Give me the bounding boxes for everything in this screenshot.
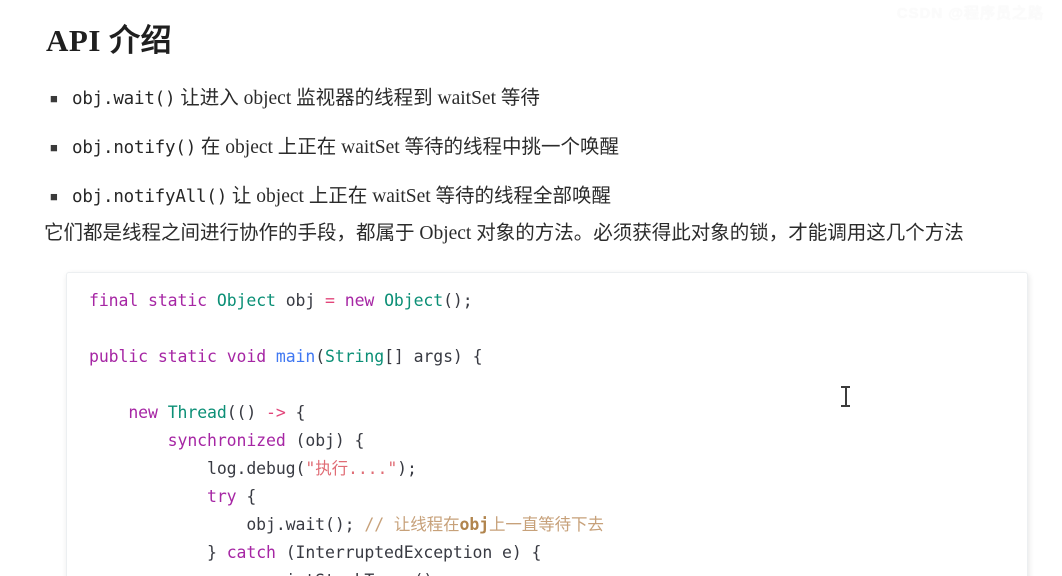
code-token: void [226,347,276,366]
bullet-marker-icon: ■ [50,140,58,155]
body-paragraph: 它们都是线程之间进行协作的手段，都属于 Object 对象的方法。必须获得此对象… [44,223,964,244]
code-line: } catch (InterruptedException e) { [89,539,1027,567]
watermark-text: CSDN @程序员之路 [896,5,1044,22]
code-line: public static void main(String[] args) { [89,343,1027,371]
code-line: try { [89,483,1027,511]
list-item-code: obj.notifyAll() [72,187,228,207]
code-token: = [325,291,335,310]
code-line: e.printStackTrace(); [89,567,1027,576]
code-token: "执行...." [305,459,398,478]
code-content[interactable]: final static Object obj = new Object(); … [67,273,1027,576]
code-token: catch [226,543,276,562]
code-token: log.debug( [207,459,306,478]
code-token: Thread [167,403,227,422]
page-title: API 介绍 [46,23,173,58]
code-token: Object [384,291,444,310]
code-token: obj [459,515,489,534]
list-item: ■ obj.notifyAll() 让 object 上正在 waitSet 等待… [46,182,1036,212]
page-root: CSDN @程序员之路 API 介绍 ■ obj.wait() 让进入 objec… [0,0,1062,576]
code-line: new Thread(() -> { [89,399,1027,427]
code-line: final static Object obj = new Object(); [89,287,1027,315]
code-token: (() [226,403,267,422]
code-token: static [157,347,227,366]
code-line: obj.wait(); // 让线程在obj上一直等待下去 [89,511,1027,539]
code-token: obj [275,291,326,310]
code-token: (obj) { [285,431,365,450]
code-token: final [89,291,149,310]
code-token: 让线程在 [393,515,460,534]
code-token: public [89,347,158,366]
code-token: new [128,403,168,422]
code-block[interactable]: final static Object obj = new Object(); … [66,272,1028,576]
list-item-code: obj.notify() [72,138,197,158]
code-line: synchronized (obj) { [89,427,1027,455]
code-token: (); [443,291,473,310]
code-token: ); [397,459,417,478]
list-item-code: obj.wait() [72,89,176,109]
code-token: try [207,487,237,506]
code-token: 上一直等待下去 [489,515,604,534]
list-item-label: 让 object 上正在 waitSet 等待的线程全部唤醒 [227,186,612,207]
code-token: new [344,291,385,310]
code-token: ( [315,347,326,366]
code-token: } [207,543,227,562]
code-token: Object [216,291,276,310]
code-token: -> [266,403,286,422]
code-token: (InterruptedException e) { [275,543,542,562]
code-line: log.debug("执行...."); [89,455,1027,483]
code-token: { [285,403,306,422]
code-token: main [275,347,316,366]
code-token: obj.wait(); [246,515,365,534]
code-token: { [236,487,257,506]
code-token: synchronized [167,431,286,450]
code-token: static [148,291,217,310]
bullet-marker-icon: ■ [50,91,58,106]
list-item-label: 让进入 object 监视器的线程到 waitSet 等待 [175,88,540,109]
bullet-marker-icon: ■ [50,189,58,204]
code-token: e.printStackTrace(); [246,571,443,576]
code-token: [] args) { [384,347,483,366]
api-bullet-list: ■ obj.wait() 让进入 object 监视器的线程到 waitSet 等… [46,84,1036,231]
list-item-label: 在 object 上正在 waitSet 等待的线程中挑一个唤醒 [196,137,620,158]
list-item: ■ obj.wait() 让进入 object 监视器的线程到 waitSet 等… [46,84,1036,114]
code-token: String [325,347,385,366]
code-token: // [364,515,394,534]
list-item: ■ obj.notify() 在 object 上正在 waitSet 等待的线程… [46,133,1036,163]
